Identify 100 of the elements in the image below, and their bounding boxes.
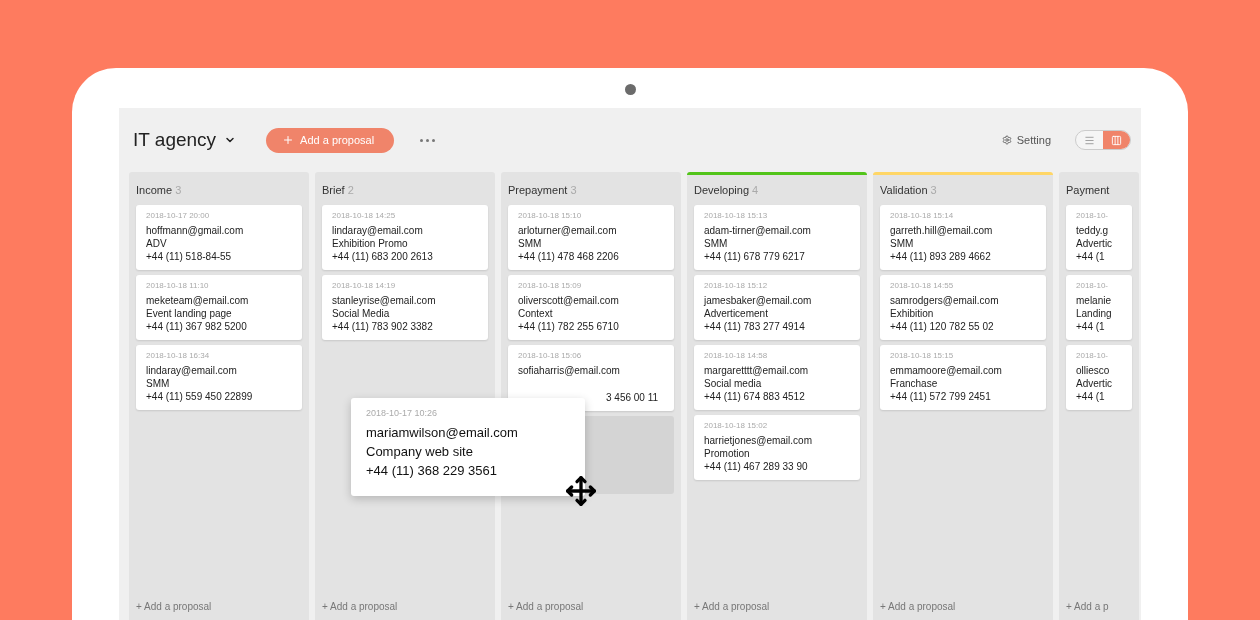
board-title: IT agency <box>133 129 217 151</box>
proposal-card[interactable]: 2018-10-18 14:55 samrodgers@email.com Exhibition +44 (11) 120 782 55 02 <box>880 275 1046 340</box>
card-subject: Context <box>518 308 554 319</box>
add-proposal-link[interactable]: + Add a proposal <box>136 601 302 620</box>
card-subject: Exhibition <box>890 308 935 319</box>
card-phone: +44 (11) 368 229 3561 <box>366 463 498 478</box>
card-email: stanleyrise@email.com <box>332 295 437 306</box>
proposal-card[interactable]: 2018-10-18 15:06 sofiaharris@email.com 3 456 00 11 <box>508 345 674 411</box>
proposal-card[interactable]: 2018-10- olliesco Advertic +44 (1 <box>1066 345 1132 410</box>
proposal-card[interactable]: 2018-10-18 15:10 arloturner@email.com SMM +44 (11) 478 468 2206 <box>508 205 674 270</box>
card-date: 2018-10-18 14:58 <box>704 351 769 360</box>
add-proposal-link[interactable]: + Add a proposal <box>880 601 1046 620</box>
proposal-card[interactable]: 2018-10-18 14:25 lindaray@email.com Exhibition Promo +44 (11) 683 200 2613 <box>322 205 488 270</box>
card-email: harrietjones@email.com <box>704 435 813 446</box>
card-email: lindaray@email.com <box>332 225 424 236</box>
card-phone: +44 (11) 678 779 6217 <box>704 251 806 262</box>
card-phone: +44 (11) 572 799 2451 <box>890 391 992 402</box>
card-email: adam-tirner@email.com <box>704 225 812 236</box>
column-title: Income 3 <box>136 183 183 198</box>
card-date: 2018-10-18 15:12 <box>704 281 769 290</box>
card-phone: +44 (1 <box>1076 391 1106 402</box>
gear-icon <box>1001 135 1012 145</box>
card-date: 2018-10-18 15:06 <box>518 351 583 360</box>
add-proposal-link[interactable]: + Add a proposal <box>694 601 860 620</box>
card-phone: +44 (11) 120 782 55 02 <box>890 321 995 332</box>
proposal-card[interactable]: 2018-10-18 15:13 adam-tirner@email.com SMM +44 (11) 678 779 6217 <box>694 205 860 270</box>
card-subject: SMM <box>890 238 915 249</box>
card-date: 2018-10-18 14:55 <box>890 281 955 290</box>
card-date: 2018-10-18 14:25 <box>332 211 397 220</box>
card-email: melanie <box>1076 295 1113 306</box>
card-phone: +44 (11) 674 883 4512 <box>704 391 806 402</box>
card-subject: Social Media <box>332 308 391 319</box>
proposal-card[interactable]: 2018-10-18 14:58 margaretttt@email.com Social media +44 (11) 674 883 4512 <box>694 345 860 410</box>
view-button[interactable] <box>1103 131 1130 149</box>
plus-icon <box>282 134 295 146</box>
card-email: olliesco <box>1076 365 1111 376</box>
card-email: mariamwilson@email.com <box>366 425 519 440</box>
card-subject: Advertic <box>1076 238 1114 249</box>
camera-icon <box>624 84 636 95</box>
add-proposal-link[interactable]: + Add a proposal <box>508 601 674 620</box>
column-title: Prepayment 3 <box>508 183 578 198</box>
card-date: 2018-10-18 15:15 <box>890 351 955 360</box>
card-email: hoffmann@gmail.com <box>146 225 245 236</box>
card-subject: Franchase <box>890 378 939 389</box>
dragged-card[interactable]: 2018-10-17 10:26 mariamwilson@email.com Company web site +44 (11) 368 229 3561 <box>351 398 585 496</box>
proposal-card[interactable]: 2018-10-18 15:09 oliverscott@email.com Context +44 (11) 782 255 6710 <box>508 275 674 340</box>
card-email: jamesbaker@email.com <box>704 295 813 306</box>
card-date: 2018-10-18 16:34 <box>146 351 211 360</box>
card-phone: +44 (11) 783 277 4914 <box>704 321 806 332</box>
add-proposal-link[interactable]: + Add a proposal <box>322 601 488 620</box>
proposal-card[interactable]: 2018-10-18 15:12 jamesbaker@email.com Adverticement +44 (11) 783 277 4914 <box>694 275 860 340</box>
proposal-card[interactable]: 2018-10-18 11:10 meketeam@email.com Event landing page +44 (11) 367 982 5200 <box>136 275 302 340</box>
card-subject: SMM <box>146 378 171 389</box>
card-subject: ADV <box>146 238 168 249</box>
column-title: Validation 3 <box>880 183 938 198</box>
card-email: arloturner@email.com <box>518 225 618 236</box>
proposal-card[interactable]: 2018-10- melanie Landing +44 (1 <box>1066 275 1132 340</box>
card-email: teddy.g <box>1076 225 1110 236</box>
card-date: 2018-10-17 10:26 <box>366 408 439 418</box>
proposal-card[interactable]: 2018-10-18 16:34 lindaray@email.com SMM +44 (11) 559 450 22899 <box>136 345 302 410</box>
card-email: oliverscott@email.com <box>518 295 620 306</box>
card-email: emmamoore@email.com <box>890 365 1003 376</box>
card-date: 2018-10-18 15:13 <box>704 211 769 220</box>
add-proposal-link[interactable]: + Add a p <box>1066 601 1132 620</box>
card-date: 2018-10- <box>1076 211 1110 220</box>
card-date: 2018-10-18 15:10 <box>518 211 583 220</box>
card-subject: Advertic <box>1076 378 1114 389</box>
card-email: lindaray@email.com <box>146 365 238 376</box>
card-subject: Social media <box>704 378 763 389</box>
card-date: 2018-10-18 11:10 <box>146 281 210 290</box>
card-email: sofiaharris@email.com <box>518 365 621 376</box>
proposal-card[interactable]: 2018-10-18 15:14 garreth.hill@email.com SMM +44 (11) 893 289 4662 <box>880 205 1046 270</box>
card-date: 2018-10-18 15:02 <box>704 421 769 430</box>
proposal-card[interactable]: 2018-10-18 15:15 emmamoore@email.com Franchase +44 (11) 572 799 2451 <box>880 345 1046 410</box>
proposal-card[interactable]: 2018-10-18 15:02 harrietjones@email.com Promotion +44 (11) 467 289 33 90 <box>694 415 860 480</box>
card-date: 2018-10-17 20:00 <box>146 211 211 220</box>
card-phone: +44 (1 <box>1076 321 1106 332</box>
card-phone: +44 (11) 559 450 22899 <box>146 391 254 402</box>
board-view-icon <box>1111 134 1122 146</box>
card-subject: SMM <box>518 238 543 249</box>
card-phone: +44 (11) 783 902 3382 <box>332 321 434 332</box>
card-phone: +44 (11) 893 289 4662 <box>890 251 992 262</box>
proposal-card[interactable]: 2018-10-17 20:00 hoffmann@gmail.com ADV +44 (11) 518-84-55 <box>136 205 302 270</box>
proposal-card[interactable]: 2018-10- teddy.g Advertic +44 (1 <box>1066 205 1132 270</box>
list-view-icon <box>1084 134 1095 146</box>
card-subject: Exhibition Promo <box>332 238 409 249</box>
card-date: 2018-10-18 14:19 <box>332 281 397 290</box>
card-date: 2018-10-18 15:14 <box>890 211 955 220</box>
card-phone: 3 456 00 11 <box>606 392 660 403</box>
card-email: meketeam@email.com <box>146 295 250 306</box>
column-title: Payment <box>1066 183 1111 198</box>
card-date: 2018-10- <box>1076 281 1110 290</box>
card-date: 2018-10-18 15:09 <box>518 281 583 290</box>
card-subject: Landing <box>1076 308 1113 319</box>
card-subject: Adverticement <box>704 308 769 319</box>
card-email: garreth.hill@email.com <box>890 225 994 236</box>
proposal-card[interactable]: 2018-10-18 14:19 stanleyrise@email.com Social Media +44 (11) 783 902 3382 <box>322 275 488 340</box>
card-email: margaretttt@email.com <box>704 365 810 376</box>
card-phone: +44 (11) 367 982 5200 <box>146 321 248 332</box>
setting-button[interactable]: Setting <box>995 133 1057 147</box>
